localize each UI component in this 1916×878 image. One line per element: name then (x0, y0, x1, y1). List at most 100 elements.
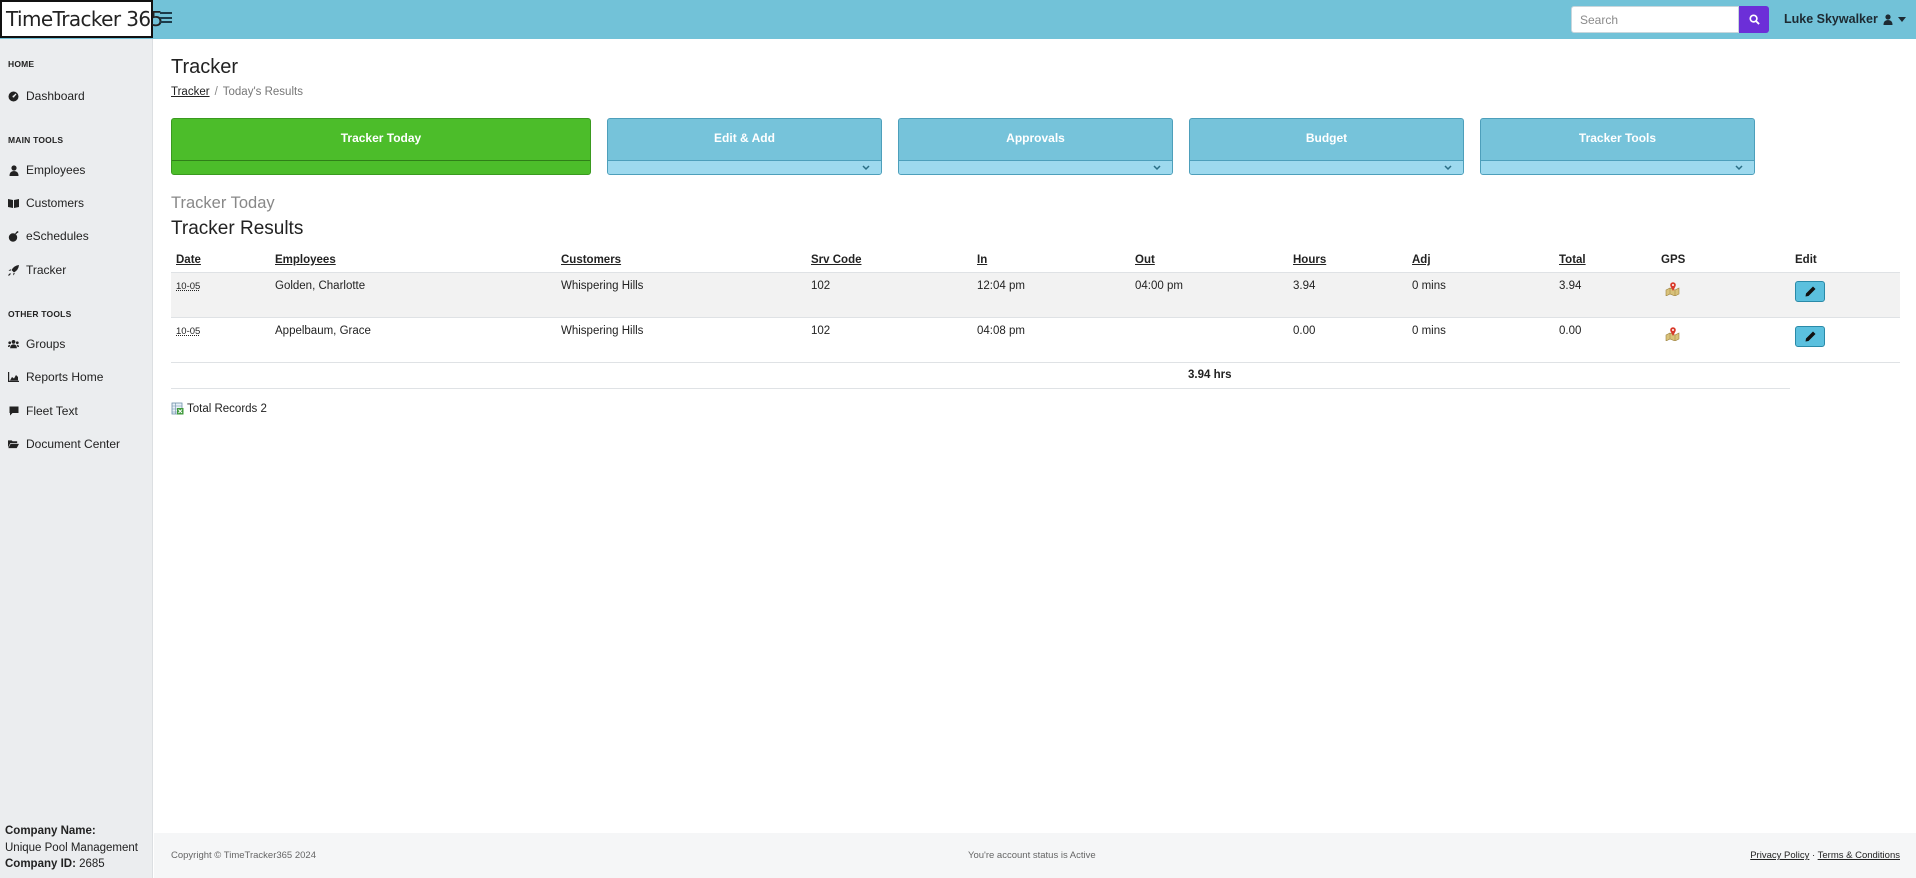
tile-approvals[interactable]: Approvals (898, 118, 1173, 175)
tile-footer (1481, 160, 1754, 174)
date-cell: 10-05 (176, 280, 201, 292)
table-row: 10-05 Golden, Charlotte Whispering Hills… (171, 272, 1900, 318)
menu-toggle-icon[interactable] (160, 12, 172, 24)
company-name: Unique Pool Management (5, 841, 138, 854)
tile-label: Budget (1305, 131, 1348, 145)
tile-footer (608, 160, 881, 174)
column-header-hours[interactable]: Hours (1288, 250, 1407, 273)
srv-code-cell: 102 (806, 317, 972, 363)
gps-map-icon[interactable] (1665, 326, 1680, 341)
top-bar: TimeTracker 365 Luke Skywalker (0, 0, 1916, 39)
table-row: 10-05 Appelbaum, Grace Whispering Hills … (171, 317, 1900, 363)
column-header-edit: Edit (1790, 250, 1900, 273)
sidebar-item-dashboard[interactable]: Dashboard (8, 89, 85, 103)
column-header-total[interactable]: Total (1554, 250, 1656, 273)
total-hours: 3.94 hrs (1188, 369, 1232, 381)
sidebar-item-eschedules[interactable]: eSchedules (8, 229, 89, 243)
caret-down-icon (1897, 16, 1906, 22)
logo[interactable]: TimeTracker 365 (0, 0, 163, 38)
chart-area-icon (8, 372, 19, 383)
page-title: Tracker (171, 56, 239, 78)
pencil-icon (1805, 286, 1815, 296)
section-subtitle: Tracker Today (171, 194, 275, 212)
company-id-label: Company ID: (5, 858, 76, 870)
book-icon (8, 198, 19, 209)
sidebar-item-employees[interactable]: Employees (8, 163, 85, 177)
adj-cell: 0 mins (1407, 272, 1554, 318)
sidebar-item-label: Customers (26, 196, 85, 210)
user-menu[interactable]: Luke Skywalker (1784, 12, 1906, 26)
sidebar-item-label: Tracker (26, 263, 67, 277)
sidebar-item-tracker[interactable]: Tracker (8, 263, 66, 277)
users-icon (8, 339, 19, 350)
out-cell: 04:00 pm (1130, 272, 1288, 318)
totals-row: 3.94 hrs (171, 363, 1790, 389)
column-header-in[interactable]: In (972, 250, 1130, 273)
in-cell: 12:04 pm (972, 272, 1130, 318)
company-id: 2685 (79, 858, 105, 870)
edit-cell (1790, 272, 1900, 318)
main-content: Tracker Tracker / Today's Results Tracker … (154, 39, 1916, 878)
sidebar-item-label: Groups (26, 337, 66, 351)
pencil-icon (1805, 331, 1815, 341)
total-cell: 3.94 (1554, 272, 1656, 318)
tile-label: Approvals (1006, 131, 1065, 145)
terms-link[interactable]: Terms & Conditions (1818, 850, 1900, 861)
spreadsheet-icon (171, 402, 184, 415)
edit-button[interactable] (1795, 280, 1825, 302)
adj-cell: 0 mins (1407, 317, 1554, 363)
tile-label: Tracker Tools (1578, 131, 1657, 145)
tile-label: Tracker Today (340, 131, 422, 145)
column-header-adj[interactable]: Adj (1407, 250, 1554, 273)
sidebar-item-reports-home[interactable]: Reports Home (8, 370, 103, 384)
sidebar-item-customers[interactable]: Customers (8, 196, 84, 210)
footer-links: Privacy Policy · Terms & Conditions (1750, 850, 1900, 861)
sidebar: HOME Dashboard MAIN TOOLS Employees Cust… (0, 39, 153, 878)
column-header-gps: GPS (1656, 250, 1790, 273)
tile-edit-add[interactable]: Edit & Add (607, 118, 882, 175)
column-header-employees[interactable]: Employees (270, 250, 556, 273)
breadcrumb-current: Today's Results (222, 86, 303, 98)
sidebar-section-main-tools: MAIN TOOLS (8, 135, 64, 145)
bomb-icon (8, 230, 19, 242)
search-icon (1748, 14, 1760, 25)
sidebar-section-home: HOME (8, 59, 35, 69)
sidebar-item-label: Document Center (26, 437, 121, 451)
search-button[interactable] (1739, 6, 1769, 33)
employee-cell: Appelbaum, Grace (270, 317, 556, 363)
column-header-out[interactable]: Out (1130, 250, 1288, 273)
sidebar-item-document-center[interactable]: Document Center (8, 437, 120, 451)
privacy-policy-link[interactable]: Privacy Policy (1750, 850, 1809, 861)
sidebar-item-groups[interactable]: Groups (8, 337, 65, 351)
breadcrumb-tracker-link[interactable]: Tracker (171, 86, 210, 98)
search-input[interactable] (1571, 6, 1739, 33)
chevron-down-icon (1444, 165, 1452, 171)
company-info: Company Name: Unique Pool Management Com… (5, 823, 138, 873)
chevron-down-icon (862, 165, 870, 171)
sidebar-item-label: Employees (26, 163, 86, 177)
user-icon (8, 164, 19, 176)
customer-cell: Whispering Hills (556, 272, 806, 318)
column-header-date[interactable]: Date (171, 250, 270, 273)
column-header-customers[interactable]: Customers (556, 250, 806, 273)
tile-tracker-tools[interactable]: Tracker Tools (1480, 118, 1755, 175)
tile-budget[interactable]: Budget (1189, 118, 1464, 175)
srv-code-cell: 102 (806, 272, 972, 318)
copyright-text: Copyright © TimeTracker365 2024 (171, 850, 316, 861)
employee-cell: Golden, Charlotte (270, 272, 556, 318)
footer-separator: · (1811, 850, 1816, 861)
gps-map-icon[interactable] (1665, 281, 1680, 296)
date-cell: 10-05 (176, 325, 201, 337)
column-header-srv-code[interactable]: Srv Code (806, 250, 972, 273)
customer-cell: Whispering Hills (556, 317, 806, 363)
sidebar-item-fleet-text[interactable]: Fleet Text (8, 404, 78, 418)
tile-tracker-today[interactable]: Tracker Today (171, 118, 591, 175)
company-name-label: Company Name: (5, 825, 96, 837)
out-cell (1130, 317, 1288, 363)
results-table: Date Employees Customers Srv Code In Out… (171, 250, 1900, 363)
edit-button[interactable] (1795, 325, 1825, 347)
chevron-down-icon (1153, 165, 1161, 171)
account-status-text: You're account status is Active (968, 850, 1096, 861)
in-cell: 04:08 pm (972, 317, 1130, 363)
search-form (1571, 6, 1769, 33)
